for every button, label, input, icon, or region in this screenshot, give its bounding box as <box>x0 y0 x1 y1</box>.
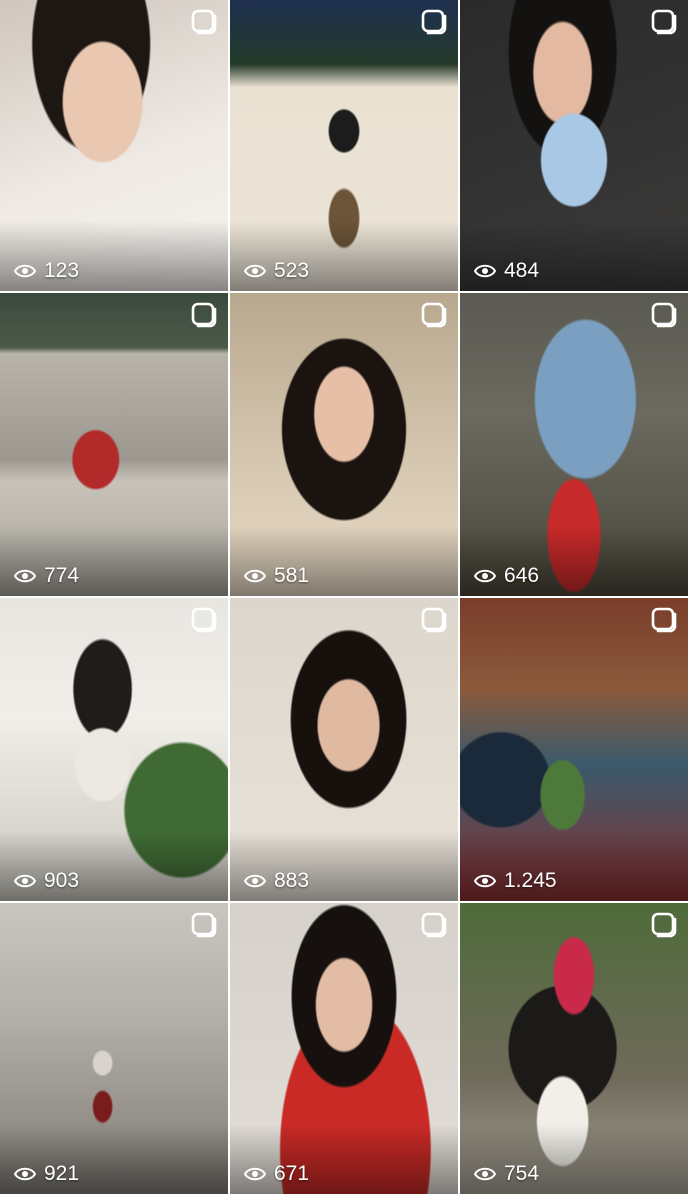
eye-icon <box>474 874 496 888</box>
view-count-label: 581 <box>274 564 310 587</box>
view-count-label: 774 <box>44 564 80 587</box>
view-count: 754 <box>474 1162 539 1186</box>
carousel-icon <box>421 302 447 328</box>
view-count-label: 523 <box>274 259 310 282</box>
view-count-label: 1.245 <box>504 869 557 892</box>
carousel-icon <box>651 302 677 328</box>
eye-icon <box>14 264 36 278</box>
carousel-icon <box>421 912 447 938</box>
eye-icon <box>474 264 496 278</box>
view-count: 646 <box>474 564 539 588</box>
grid-tile[interactable]: 774 <box>0 293 228 596</box>
reels-grid: 123 523 484 774 581 646 903 883 1.245 92… <box>0 0 688 1200</box>
eye-icon <box>244 874 266 888</box>
eye-icon <box>474 569 496 583</box>
view-count-label: 754 <box>504 1162 540 1185</box>
grid-tile[interactable]: 646 <box>460 293 688 596</box>
grid-tile[interactable]: 484 <box>460 0 688 291</box>
view-count: 921 <box>14 1162 79 1186</box>
view-count: 883 <box>244 869 309 893</box>
view-count: 774 <box>14 564 79 588</box>
carousel-icon <box>191 912 217 938</box>
eye-icon <box>14 569 36 583</box>
carousel-icon <box>651 607 677 633</box>
carousel-icon <box>191 9 217 35</box>
view-count-label: 484 <box>504 259 540 282</box>
carousel-icon <box>191 302 217 328</box>
view-count-label: 921 <box>44 1162 80 1185</box>
carousel-icon <box>421 9 447 35</box>
view-count: 671 <box>244 1162 309 1186</box>
grid-tile[interactable]: 921 <box>0 903 228 1194</box>
grid-tile[interactable]: 581 <box>230 293 458 596</box>
view-count-label: 123 <box>44 259 80 282</box>
view-count-label: 883 <box>274 869 310 892</box>
carousel-icon <box>191 607 217 633</box>
view-count-label: 646 <box>504 564 540 587</box>
grid-tile[interactable]: 523 <box>230 0 458 291</box>
eye-icon <box>244 569 266 583</box>
grid-tile[interactable]: 1.245 <box>460 598 688 901</box>
view-count: 123 <box>14 259 79 283</box>
view-count: 1.245 <box>474 869 557 893</box>
view-count: 581 <box>244 564 309 588</box>
carousel-icon <box>421 607 447 633</box>
grid-tile[interactable]: 123 <box>0 0 228 291</box>
grid-tile[interactable]: 754 <box>460 903 688 1194</box>
view-count: 903 <box>14 869 79 893</box>
view-count: 523 <box>244 259 309 283</box>
grid-tile[interactable]: 671 <box>230 903 458 1194</box>
view-count-label: 671 <box>274 1162 310 1185</box>
eye-icon <box>14 874 36 888</box>
eye-icon <box>244 264 266 278</box>
eye-icon <box>244 1167 266 1181</box>
view-count-label: 903 <box>44 869 80 892</box>
grid-tile[interactable]: 883 <box>230 598 458 901</box>
eye-icon <box>14 1167 36 1181</box>
carousel-icon <box>651 9 677 35</box>
grid-tile[interactable]: 903 <box>0 598 228 901</box>
eye-icon <box>474 1167 496 1181</box>
carousel-icon <box>651 912 677 938</box>
view-count: 484 <box>474 259 539 283</box>
